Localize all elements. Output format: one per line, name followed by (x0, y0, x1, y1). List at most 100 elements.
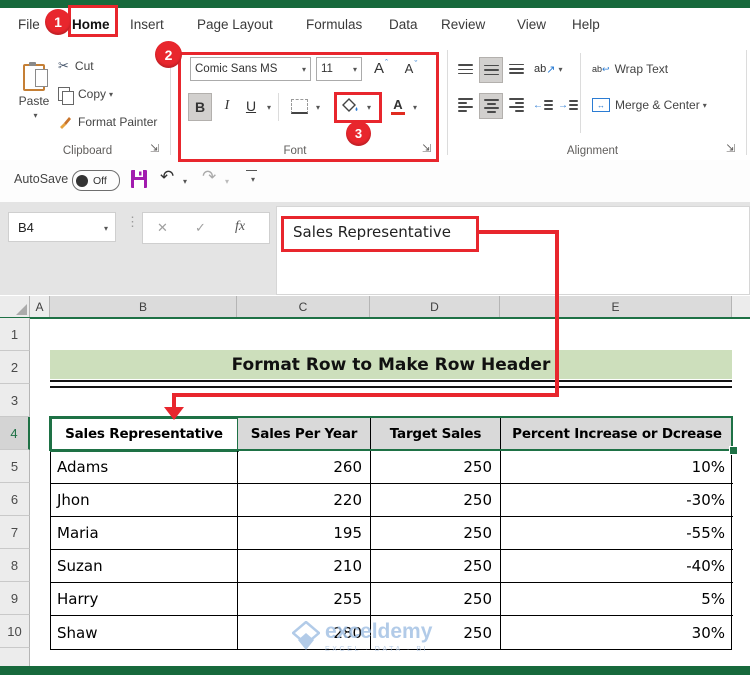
formula-bar[interactable]: Sales Representative (276, 206, 750, 295)
name-box[interactable]: B4 ▾ (8, 212, 116, 242)
enter-icon[interactable]: ✓ (195, 220, 206, 236)
column-header-partial[interactable] (732, 296, 750, 317)
table-cell[interactable]: Adams (51, 451, 238, 484)
row-header-7[interactable]: 7 (0, 516, 30, 549)
menu-item-file[interactable]: File (18, 17, 40, 32)
copy-button[interactable]: Copy ▾ (58, 85, 113, 105)
row-header-2[interactable]: 2 (0, 351, 30, 384)
table-cell[interactable]: 250 (371, 550, 501, 583)
menu-item-help[interactable]: Help (572, 17, 600, 32)
borders-menu-chevron-icon[interactable]: ▾ (316, 103, 320, 112)
row-header-3[interactable]: 3 (0, 384, 30, 417)
select-all-button[interactable] (0, 296, 30, 317)
menu-item-insert[interactable]: Insert (130, 17, 164, 32)
format-painter-button[interactable]: Format Painter (58, 113, 157, 131)
underline-menu-chevron-icon[interactable]: ▾ (267, 103, 271, 112)
align-middle-button[interactable] (479, 57, 503, 83)
underline-button[interactable]: U (240, 93, 262, 119)
table-cell[interactable]: Jhon (51, 484, 238, 517)
insert-function-icon[interactable]: fx (235, 219, 245, 235)
paste-button[interactable]: Paste ▾ (14, 52, 54, 132)
column-header-E[interactable]: E (500, 296, 732, 317)
row-header-9[interactable]: 9 (0, 582, 30, 615)
row-header-4[interactable]: 4 (0, 417, 30, 450)
row-header-1[interactable]: 1 (0, 318, 30, 351)
cut-button[interactable]: ✂ Cut (58, 57, 94, 75)
table-header-cell[interactable]: Sales Representative (50, 417, 239, 452)
align-top-button[interactable] (454, 57, 476, 81)
row-header-partial[interactable] (0, 648, 30, 666)
align-center-button[interactable] (479, 93, 503, 119)
menu-item-review[interactable]: Review (441, 17, 485, 32)
table-cell[interactable]: 250 (371, 583, 501, 616)
table-header-cell[interactable]: Target Sales (371, 418, 501, 451)
table-cell[interactable]: -55% (501, 517, 733, 550)
table-cell[interactable]: Shaw (51, 616, 238, 649)
table-header-cell[interactable]: Sales Per Year (238, 418, 371, 451)
alignment-dialog-launcher-icon[interactable]: ⇲ (726, 142, 735, 155)
cancel-icon[interactable]: ✕ (157, 220, 168, 236)
column-header-A[interactable]: A (30, 296, 50, 317)
table-cell[interactable]: 250 (371, 451, 501, 484)
bold-button[interactable]: B (188, 93, 212, 121)
table-header-cell[interactable]: Percent Increase or Dcrease (501, 418, 733, 451)
font-color-button[interactable]: A (386, 93, 410, 119)
column-header-C[interactable]: C (237, 296, 370, 317)
column-header-D[interactable]: D (370, 296, 500, 317)
table-cell[interactable]: 250 (371, 484, 501, 517)
table-cell[interactable]: 195 (238, 517, 371, 550)
undo-chevron-icon[interactable]: ▾ (183, 177, 187, 186)
increase-indent-button[interactable]: → (557, 93, 579, 117)
column-header-B[interactable]: B (50, 296, 237, 317)
table-cell[interactable]: 260 (238, 451, 371, 484)
table-cell[interactable]: Maria (51, 517, 238, 550)
table-cell[interactable]: Harry (51, 583, 238, 616)
font-size-combo[interactable]: 11 ▾ (316, 57, 362, 81)
customize-qat-chevron-icon[interactable]: ▾ (251, 175, 255, 184)
table-cell[interactable]: 5% (501, 583, 733, 616)
borders-button[interactable] (286, 93, 312, 119)
table-cell[interactable]: 250 (371, 517, 501, 550)
font-name-combo[interactable]: Comic Sans MS ▾ (190, 57, 311, 81)
undo-icon[interactable]: ↶ (160, 167, 174, 187)
table-cell[interactable]: 280 (238, 616, 371, 649)
menu-item-formulas[interactable]: Formulas (306, 17, 362, 32)
italic-button[interactable]: I (216, 93, 238, 119)
fill-color-chevron-icon[interactable]: ▾ (367, 103, 371, 112)
row-header-8[interactable]: 8 (0, 549, 30, 582)
decrease-indent-button[interactable]: ← (532, 93, 554, 117)
table-cell[interactable]: 30% (501, 616, 733, 649)
row-header-10[interactable]: 10 (0, 615, 30, 648)
font-color-chevron-icon[interactable]: ▾ (413, 103, 417, 112)
table-cell[interactable]: 255 (238, 583, 371, 616)
align-bottom-button[interactable] (505, 57, 527, 81)
align-right-button[interactable] (505, 93, 527, 117)
align-left-button[interactable] (454, 93, 476, 117)
row-header-6[interactable]: 6 (0, 483, 30, 516)
menu-item-data[interactable]: Data (389, 17, 418, 32)
fill-color-button[interactable] (338, 93, 362, 119)
font-dialog-launcher-icon[interactable]: ⇲ (422, 142, 431, 155)
table-cell[interactable]: 210 (238, 550, 371, 583)
drag-handle-icon[interactable]: ⋮ (126, 214, 139, 230)
autosave-toggle[interactable]: Off (72, 170, 120, 191)
wrap-text-button[interactable]: ab↩ Wrap Text (592, 57, 668, 81)
table-cell[interactable]: 220 (238, 484, 371, 517)
decrease-font-size-button[interactable]: A ˇ (398, 55, 424, 81)
merge-center-button[interactable]: ↔ Merge & Center ▾ (592, 93, 707, 117)
increase-font-size-button[interactable]: A ˆ (368, 55, 394, 81)
redo-chevron-icon[interactable]: ▾ (225, 177, 229, 186)
table-cell[interactable]: 250 (371, 616, 501, 649)
orientation-button[interactable]: ab ↗ ▾ (534, 57, 562, 81)
table-cell[interactable]: -30% (501, 484, 733, 517)
table-cell[interactable]: -40% (501, 550, 733, 583)
row-header-5[interactable]: 5 (0, 450, 30, 483)
menu-item-view[interactable]: View (517, 17, 546, 32)
table-cell[interactable]: Suzan (51, 550, 238, 583)
fill-handle[interactable] (729, 446, 738, 455)
save-icon[interactable] (130, 169, 148, 189)
menu-item-page-layout[interactable]: Page Layout (197, 17, 273, 32)
redo-icon[interactable]: ↷ (202, 167, 216, 187)
table-cell[interactable]: 10% (501, 451, 733, 484)
menu-item-home[interactable]: Home (72, 17, 110, 32)
